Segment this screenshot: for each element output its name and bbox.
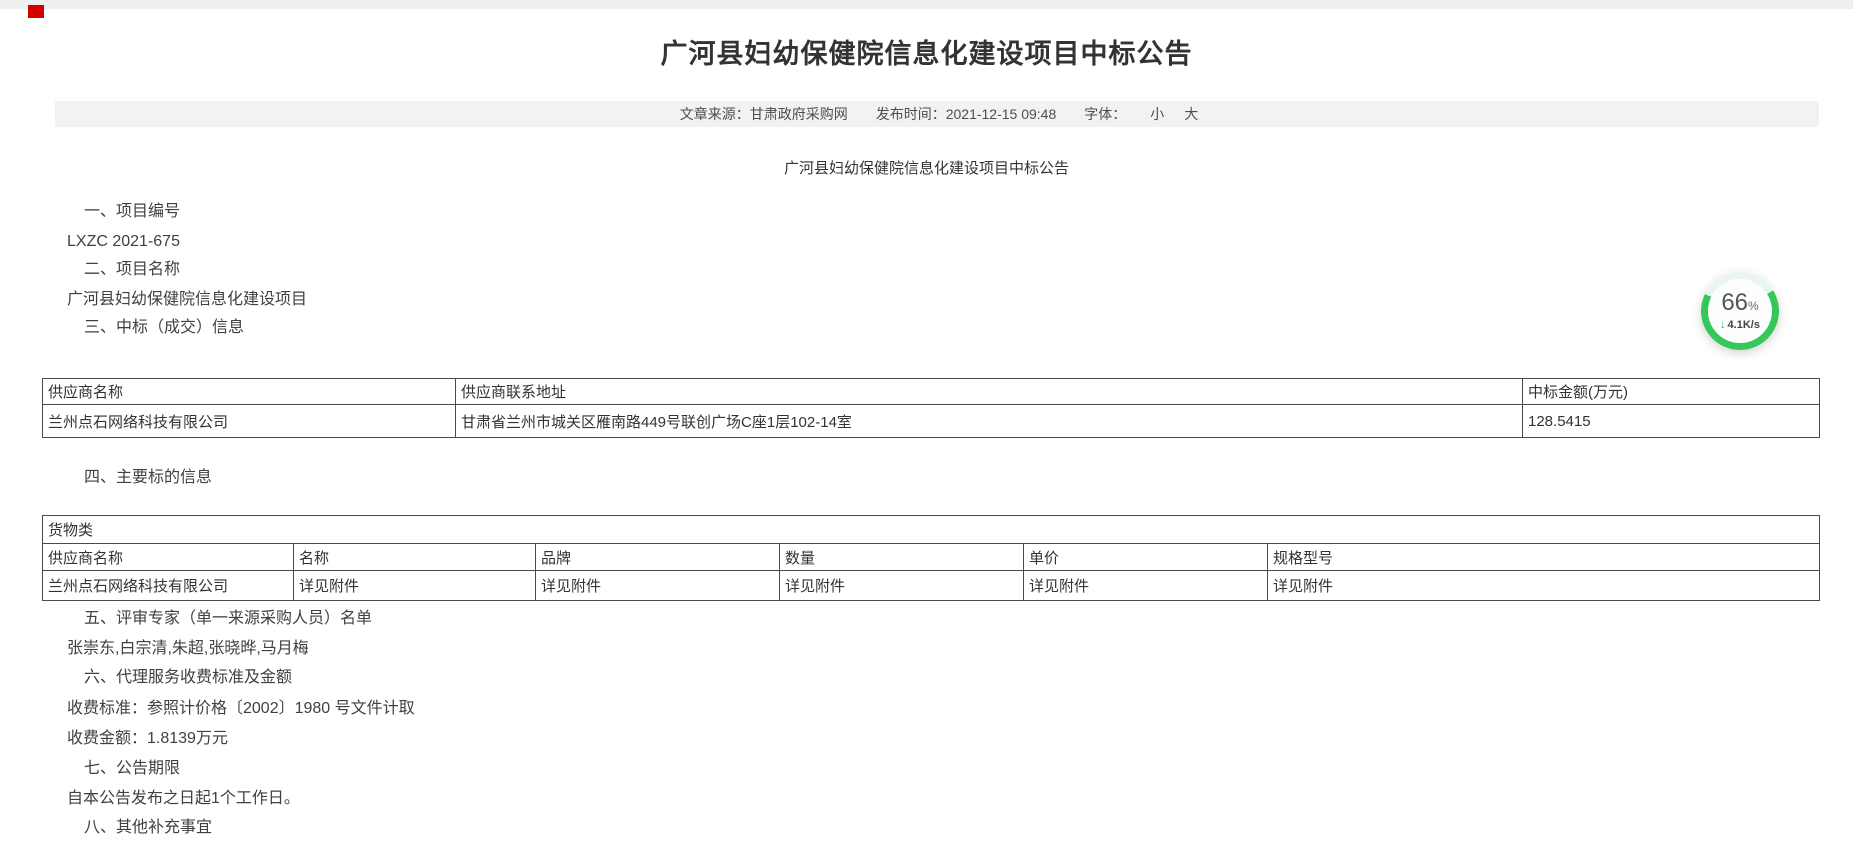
header-cell: 中标金额(万元) <box>1523 379 1820 405</box>
section-3-heading: 三、中标（成交）信息 <box>84 318 244 338</box>
progress-inner-disc: 66% ↓4.1K/s <box>1708 279 1772 343</box>
table-row: 兰州点石网络科技有限公司 甘肃省兰州市城关区雁南路449号联创广场C座1层102… <box>43 405 1820 438</box>
category-cell: 货物类 <box>43 516 1820 544</box>
supplier-name-cell: 兰州点石网络科技有限公司 <box>43 405 456 438</box>
project-name: 广河县妇幼保健院信息化建设项目 <box>67 290 307 310</box>
fee-standard: 收费标准：参照计价格〔2002〕1980 号文件计取 <box>67 699 415 719</box>
header-cell: 供应商联系地址 <box>456 379 1523 405</box>
section-4-heading: 四、主要标的信息 <box>84 468 212 488</box>
announcement-period: 自本公告发布之日起1个工作日。 <box>67 789 300 809</box>
progress-percent: 66% <box>1721 291 1758 318</box>
red-marker <box>28 5 44 18</box>
header-cell: 规格型号 <box>1268 544 1820 571</box>
award-info-table: 供应商名称 供应商联系地址 中标金额(万元) 兰州点石网络科技有限公司 甘肃省兰… <box>42 378 1820 438</box>
table-header-row: 供应商名称 供应商联系地址 中标金额(万元) <box>43 379 1820 405</box>
item-quantity-cell: 详见附件 <box>780 571 1024 601</box>
header-cell: 单价 <box>1024 544 1268 571</box>
top-strip <box>0 0 1853 9</box>
section-5-heading: 五、评审专家（单一来源采购人员）名单 <box>84 609 372 629</box>
article-source: 文章来源：甘肃政府采购网 <box>680 104 848 124</box>
header-cell: 供应商名称 <box>43 544 294 571</box>
supplier-name-cell: 兰州点石网络科技有限公司 <box>43 571 294 601</box>
document-subtitle: 广河县妇幼保健院信息化建设项目中标公告 <box>0 157 1853 178</box>
down-arrow-icon: ↓ <box>1720 319 1726 331</box>
progress-ring: 66% ↓4.1K/s <box>1701 272 1779 350</box>
font-large-button[interactable]: 大 <box>1184 104 1198 124</box>
announcement-page: 广河县妇幼保健院信息化建设项目中标公告 文章来源：甘肃政府采购网 发布时间：20… <box>0 0 1853 851</box>
header-cell: 数量 <box>780 544 1024 571</box>
download-speed: ↓4.1K/s <box>1720 319 1760 331</box>
fee-amount: 收费金额：1.8139万元 <box>67 729 228 749</box>
subject-info-table: 货物类 供应商名称 名称 品牌 数量 单价 规格型号 兰州点石网络科技有限公司 … <box>42 515 1820 601</box>
project-number: LXZC 2021-675 <box>67 232 180 252</box>
section-6-heading: 六、代理服务收费标准及金额 <box>84 668 292 688</box>
item-spec-cell: 详见附件 <box>1268 571 1820 601</box>
item-price-cell: 详见附件 <box>1024 571 1268 601</box>
section-2-heading: 二、项目名称 <box>84 260 180 280</box>
download-progress-widget[interactable]: 66% ↓4.1K/s <box>1701 272 1779 350</box>
section-8-heading: 八、其他补充事宜 <box>84 818 212 838</box>
section-1-heading: 一、项目编号 <box>84 202 180 222</box>
meta-bar: 文章来源：甘肃政府采购网 发布时间：2021-12-15 09:48 字体： 小… <box>55 101 1819 127</box>
header-cell: 品牌 <box>536 544 780 571</box>
page-title: 广河县妇幼保健院信息化建设项目中标公告 <box>0 32 1853 71</box>
table-row: 兰州点石网络科技有限公司 详见附件 详见附件 详见附件 详见附件 详见附件 <box>43 571 1820 601</box>
header-cell: 供应商名称 <box>43 379 456 405</box>
category-row: 货物类 <box>43 516 1820 544</box>
header-cell: 名称 <box>294 544 536 571</box>
item-brand-cell: 详见附件 <box>536 571 780 601</box>
font-small-button[interactable]: 小 <box>1150 104 1164 124</box>
item-name-cell: 详见附件 <box>294 571 536 601</box>
section-7-heading: 七、公告期限 <box>84 759 180 779</box>
award-amount-cell: 128.5415 <box>1523 405 1820 438</box>
table-header-row: 供应商名称 名称 品牌 数量 单价 规格型号 <box>43 544 1820 571</box>
font-size-label: 字体： <box>1084 104 1126 124</box>
publish-time: 发布时间：2021-12-15 09:48 <box>876 104 1057 124</box>
supplier-address-cell: 甘肃省兰州市城关区雁南路449号联创广场C座1层102-14室 <box>456 405 1523 438</box>
expert-names: 张崇东,白宗清,朱超,张晓晔,马月梅 <box>67 639 309 659</box>
